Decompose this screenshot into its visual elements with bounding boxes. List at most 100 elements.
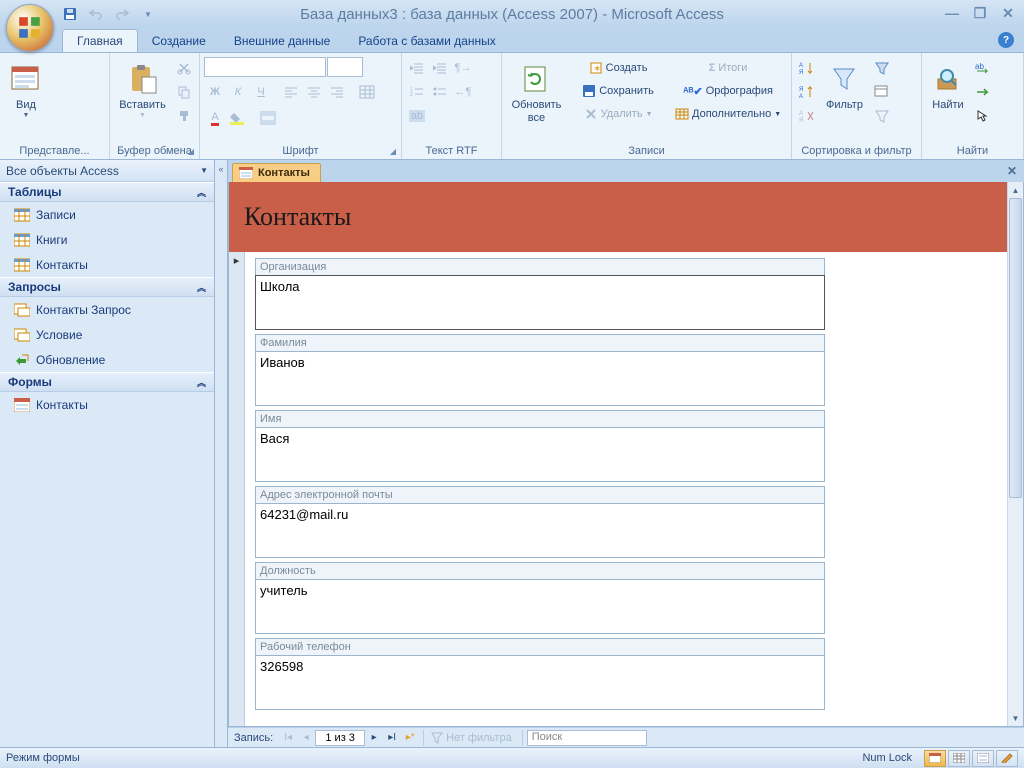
increase-indent-button[interactable] <box>429 57 451 79</box>
goto-button[interactable] <box>972 81 994 103</box>
office-button[interactable] <box>6 4 54 52</box>
group-clipboard-label: Буфер обмена <box>114 143 195 159</box>
filter-button[interactable]: Фильтр <box>820 57 869 143</box>
save-record-button[interactable]: Сохранить <box>569 80 667 102</box>
font-color-button[interactable]: A <box>204 107 226 129</box>
doc-tab-contacts[interactable]: Контакты <box>232 163 321 182</box>
alt-row-button[interactable] <box>257 107 279 129</box>
nav-section-header[interactable]: Запросы︽ <box>0 277 214 297</box>
first-record-button[interactable]: I◂ <box>279 729 297 747</box>
nav-item[interactable]: Контакты <box>0 392 214 417</box>
field-value[interactable]: 64231@mail.ru <box>255 503 825 558</box>
underline-button[interactable]: Ч <box>250 81 272 103</box>
clear-sort-button[interactable]: АЯ <box>796 105 818 127</box>
new-record-button[interactable]: ✶Создать <box>569 57 667 79</box>
more-button[interactable]: Дополнительно▼ <box>669 103 787 125</box>
layout-view-btn[interactable] <box>972 750 994 767</box>
font-launcher-icon[interactable]: ◢ <box>387 145 399 157</box>
ltr-button[interactable]: ¶→ <box>452 57 474 79</box>
sort-asc-button[interactable]: АЯ <box>796 57 818 79</box>
sort-desc-button[interactable]: ЯА <box>796 81 818 103</box>
record-position-input[interactable] <box>315 730 365 746</box>
tab-external-data[interactable]: Внешние данные <box>220 30 345 52</box>
paste-button[interactable]: Вставить ▼ <box>114 57 171 143</box>
form-window: Контакты ▸ ОрганизацияШколаФамилияИванов… <box>228 182 1024 727</box>
scroll-down-icon[interactable]: ▼ <box>1008 710 1023 726</box>
selection-filter-button[interactable] <box>871 57 893 79</box>
next-record-button[interactable]: ▸ <box>365 729 383 747</box>
gridlines-button[interactable] <box>356 81 378 103</box>
tab-database-tools[interactable]: Работа с базами данных <box>344 30 509 52</box>
rtl-button[interactable]: ←¶ <box>452 81 474 103</box>
new-record-nav-button[interactable]: ▸* <box>401 729 419 747</box>
nav-section-header[interactable]: Формы︽ <box>0 372 214 392</box>
datasheet-view-btn[interactable] <box>948 750 970 767</box>
field-value[interactable]: Школа <box>255 275 825 330</box>
nav-item[interactable]: Книги <box>0 227 214 252</box>
search-box[interactable]: Поиск <box>527 730 647 746</box>
view-button[interactable]: Вид ▼ <box>4 57 48 143</box>
record-selector[interactable]: ▸ <box>229 252 245 726</box>
nav-pane-header[interactable]: Все объекты Access ▼ <box>0 160 214 182</box>
shutter-bar[interactable]: « <box>215 160 228 747</box>
redo-icon[interactable] <box>112 4 132 24</box>
maximize-button[interactable]: ❐ <box>970 4 990 22</box>
select-button[interactable] <box>972 105 994 127</box>
highlight-button[interactable]: ab <box>406 105 428 127</box>
nav-item[interactable]: Контакты Запрос <box>0 297 214 322</box>
find-button[interactable]: Найти <box>926 57 970 143</box>
form-icon <box>14 398 30 412</box>
close-button[interactable]: ✕ <box>998 4 1018 22</box>
replace-button[interactable]: ab <box>972 57 994 79</box>
format-painter-button[interactable] <box>173 105 195 127</box>
refresh-all-button[interactable]: Обновить все <box>506 57 567 143</box>
doc-close-button[interactable]: ✕ <box>1004 163 1020 179</box>
help-icon[interactable]: ? <box>998 32 1014 48</box>
filter-indicator[interactable] <box>428 729 446 747</box>
font-name-combo[interactable] <box>204 57 326 77</box>
qat-customize-icon[interactable]: ▼ <box>138 4 158 24</box>
scroll-thumb[interactable] <box>1009 198 1022 498</box>
field-value[interactable]: Иванов <box>255 351 825 406</box>
bullet-list-button[interactable] <box>429 81 451 103</box>
align-center-button[interactable] <box>303 81 325 103</box>
field-label: Имя <box>255 410 825 427</box>
save-icon[interactable] <box>60 4 80 24</box>
spelling-button[interactable]: ᴬᴮ✔Орфография <box>669 80 787 102</box>
tab-create[interactable]: Создание <box>138 30 220 52</box>
tab-home[interactable]: Главная <box>62 29 138 52</box>
undo-icon[interactable] <box>86 4 106 24</box>
prev-record-button[interactable]: ◂ <box>297 729 315 747</box>
nav-item[interactable]: Условие <box>0 322 214 347</box>
field-value[interactable]: 326598 <box>255 655 825 710</box>
delete-record-button[interactable]: Удалить▼ <box>569 103 667 125</box>
decrease-indent-button[interactable] <box>406 57 428 79</box>
nav-item[interactable]: Обновление <box>0 347 214 372</box>
totals-button[interactable]: ΣИтоги <box>669 57 787 79</box>
toggle-filter-button[interactable] <box>871 105 893 127</box>
cut-button[interactable] <box>173 57 195 79</box>
minimize-button[interactable]: — <box>942 4 962 22</box>
align-right-button[interactable] <box>326 81 348 103</box>
fill-color-button[interactable] <box>227 107 249 129</box>
table-icon <box>14 233 30 247</box>
numbered-list-button[interactable]: 12 <box>406 81 428 103</box>
italic-button[interactable]: К <box>227 81 249 103</box>
nav-item[interactable]: Контакты <box>0 252 214 277</box>
filter-icon <box>830 59 858 99</box>
vertical-scrollbar[interactable]: ▲ ▼ <box>1007 182 1023 726</box>
bold-button[interactable]: Ж <box>204 81 226 103</box>
font-size-combo[interactable] <box>327 57 363 77</box>
design-view-btn[interactable] <box>996 750 1018 767</box>
field-value[interactable]: учитель <box>255 579 825 634</box>
clipboard-launcher-icon[interactable]: ◢ <box>185 145 197 157</box>
form-view-btn[interactable] <box>924 750 946 767</box>
copy-button[interactable] <box>173 81 195 103</box>
nav-item[interactable]: Записи <box>0 202 214 227</box>
align-left-button[interactable] <box>280 81 302 103</box>
advanced-filter-button[interactable] <box>871 81 893 103</box>
field-value[interactable]: Вася <box>255 427 825 482</box>
scroll-up-icon[interactable]: ▲ <box>1008 182 1023 198</box>
nav-section-header[interactable]: Таблицы︽ <box>0 182 214 202</box>
last-record-button[interactable]: ▸I <box>383 729 401 747</box>
